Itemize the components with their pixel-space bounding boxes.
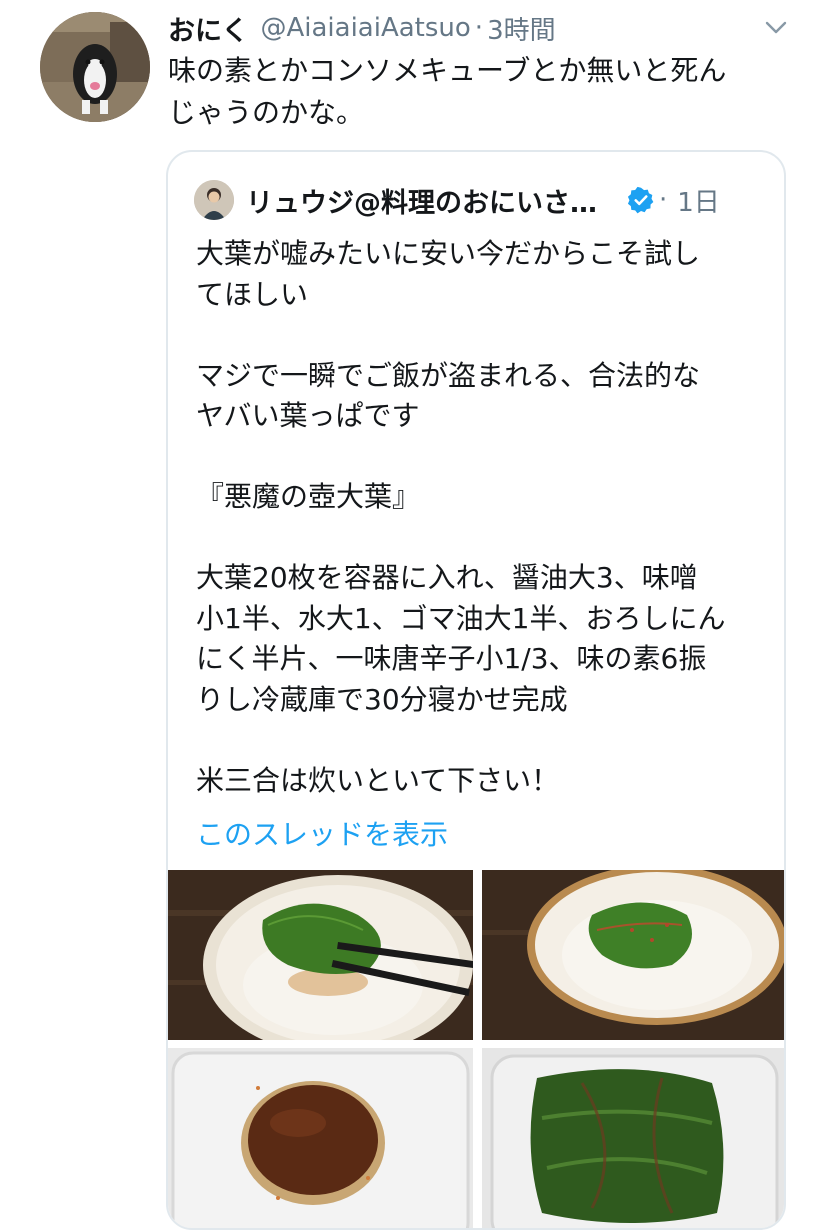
quoted-paragraph: 大葉20枚を容器に入れ、醤油大3、味噌 小1半、水大1、ゴマ油大1半、おろしにん… [196, 561, 726, 716]
photo-3[interactable] [168, 1048, 473, 1228]
quoted-paragraph: 大葉が嘘みたいに安い今だからこそ試し てほしい [196, 237, 701, 311]
tweet-text-line: 味の素とかコンソメキューブとか無いと死ん [168, 54, 727, 87]
tweet-header: おにく @AiaiaiaiAatsuo · 3時間 [168, 8, 798, 48]
quoted-paragraph [196, 720, 766, 761]
photo-4[interactable] [482, 1048, 784, 1228]
user-handle[interactable]: @AiaiaiaiAatsuo [260, 13, 470, 43]
dog-avatar-image [40, 12, 150, 122]
verified-badge-icon [627, 186, 654, 214]
separator-dot: · [659, 185, 668, 215]
quoted-user-avatar [194, 180, 234, 220]
photo-grid [168, 870, 784, 1228]
photo-1[interactable] [168, 870, 473, 1040]
display-name[interactable]: おにく [168, 9, 248, 48]
tweet-text: 味の素とかコンソメキューブとか無いと死ん じゃうのかな。 [168, 50, 788, 134]
separator-dot: · [474, 13, 484, 43]
quoted-paragraph [196, 518, 766, 559]
quoted-paragraph [196, 437, 766, 478]
chevron-down-icon[interactable] [762, 14, 790, 42]
quoted-paragraph: マジで一瞬でご飯が盗まれる、合法的な ヤバい葉っぱです [196, 358, 701, 433]
quoted-paragraph: 米三合は炊いといて下さい！ [196, 763, 560, 797]
tweet-text-line: じゃうのかな。 [168, 96, 365, 129]
quoted-tweet-timestamp: 1日 [677, 187, 720, 218]
quoted-tweet-text: 大葉が嘘みたいに安い今だからこそ試し てほしい マジで一瞬でご飯が盗まれる、合法… [196, 234, 766, 801]
photo-2[interactable] [482, 870, 784, 1040]
quoted-paragraph: 『悪魔の壺大葉』 [196, 480, 421, 513]
user-avatar[interactable] [40, 12, 150, 122]
quoted-tweet-card[interactable]: リュウジ@料理のおにいさ… · 1日 大葉が嘘みたいに安い今だからこそ試し てほ… [166, 150, 786, 1230]
quoted-display-name: リュウジ@料理のおにいさ… [246, 187, 597, 219]
quoted-paragraph [196, 315, 766, 356]
quoted-tweet-header: リュウジ@料理のおにいさ… · 1日 [194, 180, 754, 220]
tweet-timestamp[interactable]: 3時間 [487, 10, 556, 47]
show-thread-link[interactable]: このスレッドを表示 [196, 815, 448, 855]
